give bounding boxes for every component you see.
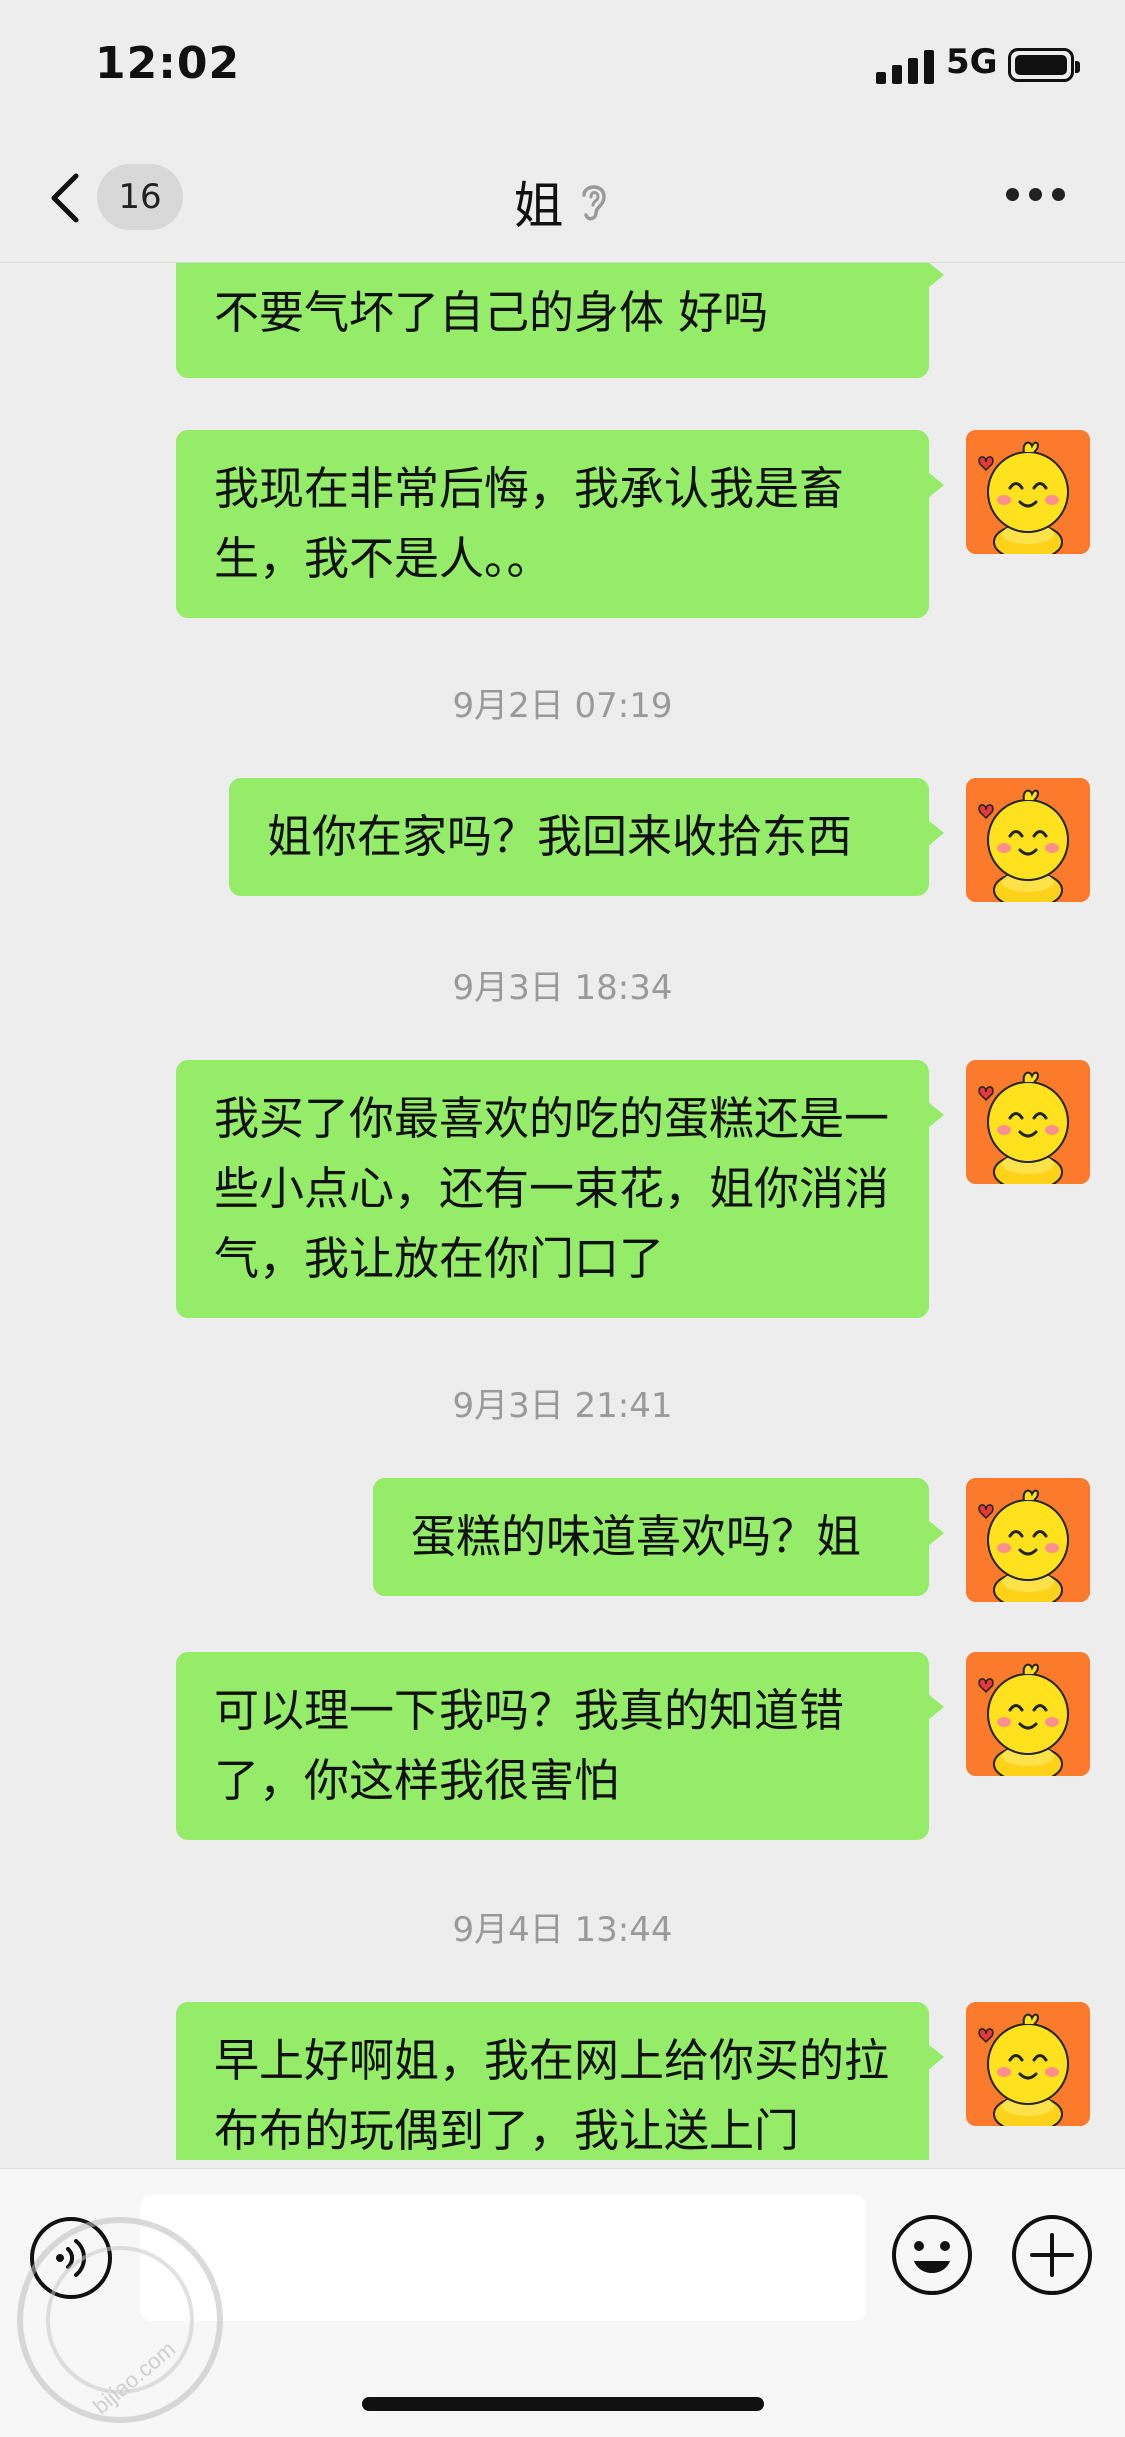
emoji-icon[interactable]	[890, 2213, 974, 2297]
contact-name[interactable]: 姐	[514, 177, 564, 235]
message-bubble[interactable]: 我现在非常后悔，我承认我是畜生，我不是人。。	[176, 430, 944, 618]
chick-avatar-icon	[966, 1478, 1090, 1602]
message-list[interactable]: 气，你要打我骂我都可以 千万 不要气坏了自己的身体 好吗 我现在非常后悔，我承认…	[0, 0, 1125, 2160]
timestamp: 9月2日 07:19	[452, 686, 673, 726]
chick-avatar-icon	[966, 778, 1090, 902]
message-text: 我买了你最喜欢的吃的蛋糕还是一些小点心，还有一束花，姐你消消气，我让放在你门口了	[214, 1092, 890, 1285]
message-bubble[interactable]: 早上好啊姐，我在网上给你买的拉布布的玩偶到了，我让送上门	[176, 2002, 944, 2160]
message-text: 姐你在家吗？我回来收拾东西	[267, 810, 853, 863]
chick-avatar-icon	[966, 1060, 1090, 1184]
message-bubble[interactable]: 我买了你最喜欢的吃的蛋糕还是一些小点心，还有一束花，姐你消消气，我让放在你门口了	[176, 1060, 944, 1318]
message-text: 早上好啊姐，我在网上给你买的拉布布的玩偶到了，我让送上门	[214, 2034, 890, 2157]
more-icon[interactable]	[1006, 188, 1066, 204]
timestamp: 9月4日 13:44	[452, 1910, 673, 1950]
message-text: 不要气坏了自己的身体 好吗	[214, 286, 769, 339]
timestamp: 9月3日 18:34	[452, 968, 673, 1008]
message-text: 蛋糕的味道喜欢吗？姐	[411, 1510, 862, 1563]
message-text: 可以理一下我吗？我真的知道错了，你这样我很害怕	[214, 1684, 845, 1807]
chick-avatar-icon	[966, 2002, 1090, 2126]
message-bubble[interactable]: 蛋糕的味道喜欢吗？姐	[373, 1478, 944, 1596]
avatar[interactable]	[966, 778, 1090, 902]
home-indicator[interactable]	[362, 2397, 764, 2411]
chat-header: 16 姐	[0, 130, 1125, 263]
avatar[interactable]	[966, 1478, 1090, 1602]
message-text: 我现在非常后悔，我承认我是畜生，我不是人。。	[214, 462, 845, 585]
ear-icon	[581, 185, 606, 221]
message-bubble[interactable]: 可以理一下我吗？我真的知道错了，你这样我很害怕	[176, 1652, 944, 1840]
avatar[interactable]	[966, 1060, 1090, 1184]
chick-avatar-icon	[966, 1652, 1090, 1776]
timestamp: 9月3日 21:41	[452, 1386, 673, 1426]
message-bubble[interactable]: 姐你在家吗？我回来收拾东西	[229, 778, 944, 896]
avatar[interactable]	[966, 2002, 1090, 2126]
message-input[interactable]	[140, 2195, 866, 2321]
watermark-logo: bijiao.com	[17, 2217, 223, 2423]
chick-avatar-icon	[966, 430, 1090, 554]
avatar[interactable]	[966, 430, 1090, 554]
plus-icon[interactable]	[1010, 2213, 1094, 2297]
avatar[interactable]	[966, 1652, 1090, 1776]
